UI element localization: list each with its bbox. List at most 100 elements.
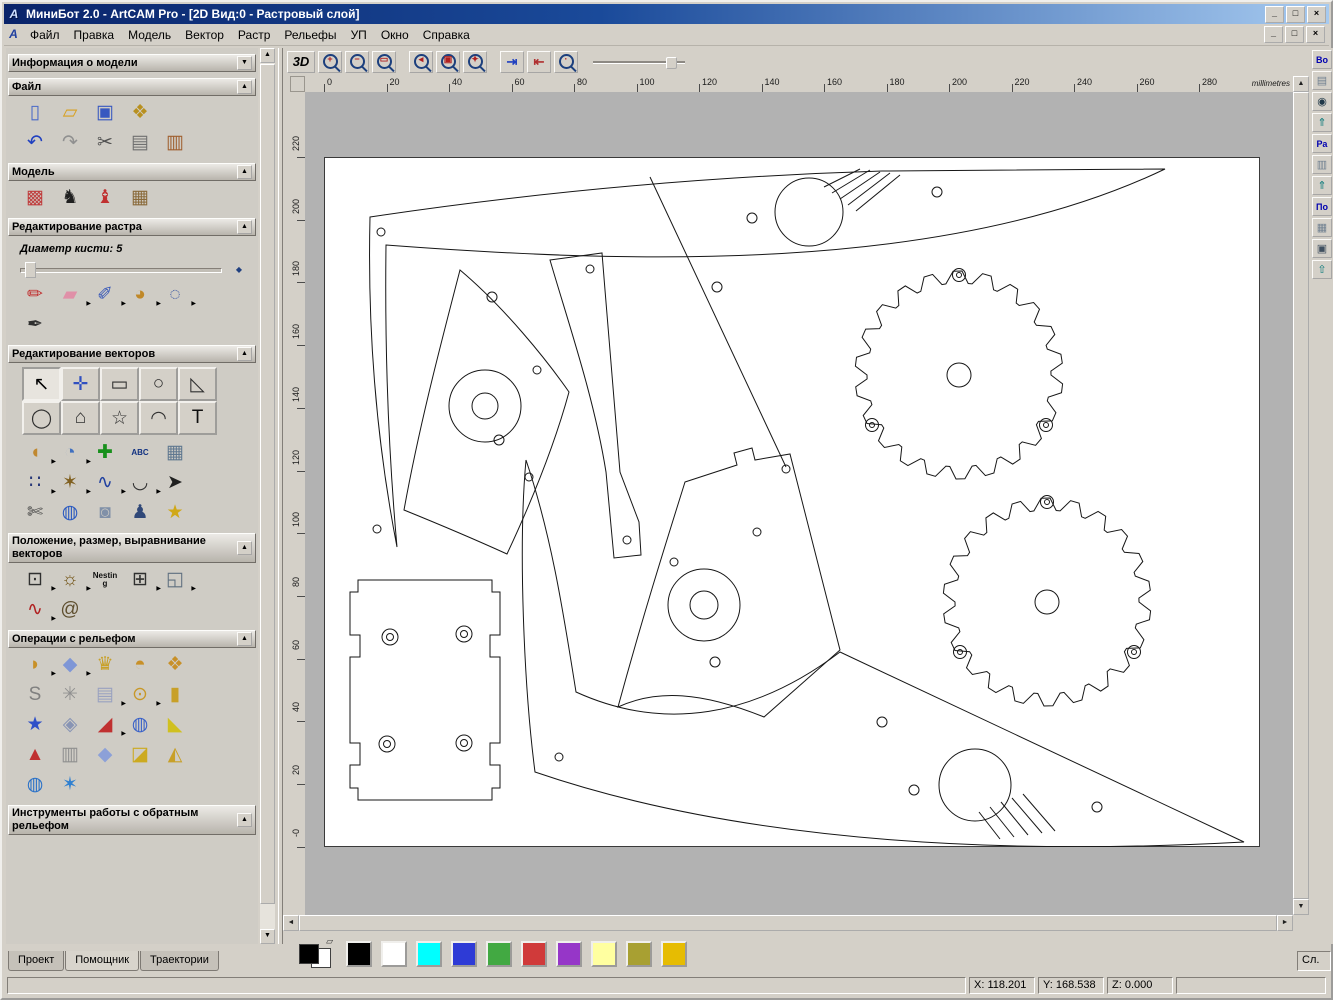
- weave-relief-icon[interactable]: ◈: [57, 713, 83, 737]
- mdi-maximize-button[interactable]: □: [1285, 26, 1304, 43]
- mdi-minimize-button[interactable]: _: [1264, 26, 1283, 43]
- flyout-arrow-icon[interactable]: ▶: [156, 480, 161, 504]
- paste-icon[interactable]: ▥: [162, 131, 188, 155]
- texture-relief-icon[interactable]: ♛: [92, 653, 118, 677]
- close-button[interactable]: ×: [1307, 6, 1326, 23]
- flyout-arrow-icon[interactable]: ▶: [121, 722, 126, 746]
- angle-wedge-icon[interactable]: ◢▶: [92, 713, 118, 737]
- collapse-arrow-icon[interactable]: ▼: [237, 56, 252, 70]
- relief-layers-icon[interactable]: ▤▶: [92, 683, 118, 707]
- copy-icon[interactable]: ▤: [127, 131, 153, 155]
- undo-icon[interactable]: ↶: [22, 131, 48, 155]
- slider-knob[interactable]: [25, 262, 36, 278]
- right-tool-box[interactable]: ▣: [1312, 239, 1332, 258]
- zoom-window-button[interactable]: ▭: [372, 51, 396, 73]
- weave-wizard-icon[interactable]: ✳: [57, 683, 83, 707]
- flyout-arrow-icon[interactable]: ▶: [51, 450, 56, 474]
- yellow-wedge-icon[interactable]: ◣: [162, 713, 188, 737]
- airbrush-icon[interactable]: ✐▶: [92, 283, 118, 307]
- create-polygon-button[interactable]: ⌂: [61, 401, 100, 435]
- sphere-relief-icon[interactable]: ◍: [22, 773, 48, 797]
- menu-item-4[interactable]: Растр: [231, 26, 277, 44]
- colour-swatch-5[interactable]: [521, 941, 547, 967]
- primary-colour[interactable]: [299, 944, 319, 964]
- mdi-close-button[interactable]: ×: [1306, 26, 1325, 43]
- wedge-relief-icon[interactable]: ◭: [162, 743, 188, 767]
- panel-scrollbar[interactable]: ▲ ▼: [260, 48, 275, 944]
- text-abc-icon[interactable]: ABC: [127, 441, 153, 465]
- section-header-6[interactable]: Операции с рельефом▲: [8, 630, 256, 648]
- collapse-arrow-icon[interactable]: ▲: [237, 541, 252, 555]
- slab-relief-icon[interactable]: ◪: [127, 743, 153, 767]
- fillet-tool-icon[interactable]: ◔▶: [57, 441, 83, 465]
- scrollbar-thumb[interactable]: [299, 915, 1277, 931]
- section-header-0[interactable]: Информация о модели▼: [8, 54, 256, 72]
- vertical-scrollbar[interactable]: ▲ ▼: [1293, 76, 1309, 915]
- menu-item-1[interactable]: Правка: [67, 26, 122, 44]
- circular-copy-icon[interactable]: ☼▶: [57, 568, 83, 592]
- flood-fill-icon[interactable]: ◌▶: [162, 283, 188, 307]
- section-header-5[interactable]: Положение, размер, выравнивание векторов…: [8, 533, 256, 563]
- fit-vectors-curve-icon[interactable]: ∿▶: [22, 598, 48, 622]
- lock-relief-icon[interactable]: ▮: [162, 683, 188, 707]
- colour-swatch-2[interactable]: [416, 941, 442, 967]
- sculpt-sparkle-icon[interactable]: ✶▶: [57, 471, 83, 495]
- flyout-arrow-icon[interactable]: ▶: [86, 577, 91, 601]
- zoom-extents-button[interactable]: ▣: [436, 51, 460, 73]
- create-ellipse-button[interactable]: ○: [139, 367, 178, 401]
- collapse-arrow-icon[interactable]: ▲: [237, 347, 252, 361]
- scroll-down-icon[interactable]: ▼: [260, 929, 275, 944]
- right-tool-raster[interactable]: Ра: [1312, 134, 1332, 153]
- horizontal-scrollbar[interactable]: ◄ ►: [283, 915, 1293, 931]
- menu-item-5[interactable]: Рельефы: [277, 26, 343, 44]
- right-tool-layers[interactable]: ▤: [1312, 71, 1332, 90]
- drawing-viewport[interactable]: [305, 92, 1293, 915]
- slider-knob[interactable]: [666, 57, 677, 69]
- column-relief-icon[interactable]: ▥: [57, 743, 83, 767]
- flyout-arrow-icon[interactable]: ▶: [156, 292, 161, 316]
- flyout-arrow-icon[interactable]: ▶: [86, 662, 91, 686]
- flyout-arrow-icon[interactable]: ▶: [86, 480, 91, 504]
- select-vectors-button[interactable]: ↖: [22, 367, 61, 401]
- flyout-arrow-icon[interactable]: ▶: [51, 480, 56, 504]
- colour-swatch-6[interactable]: [556, 941, 582, 967]
- right-tool-grid[interactable]: ▥: [1312, 155, 1332, 174]
- align-vectors-icon[interactable]: ◱▶: [162, 568, 188, 592]
- section-header-4[interactable]: Редактирование векторов▲: [8, 345, 256, 363]
- block-copy-icon[interactable]: ⊞▶: [127, 568, 153, 592]
- spiral-tool-icon[interactable]: @: [57, 598, 83, 622]
- pan-view-right-button[interactable]: ⇤: [527, 51, 551, 73]
- blend-3d-icon[interactable]: ◍: [57, 501, 83, 525]
- create-text-button[interactable]: T: [178, 401, 217, 435]
- menu-item-7[interactable]: Окно: [374, 26, 416, 44]
- scrollbar-thumb[interactable]: [1293, 92, 1309, 899]
- model-negative-icon[interactable]: ▩: [22, 186, 48, 210]
- scroll-down-icon[interactable]: ▼: [1293, 899, 1309, 915]
- flyout-arrow-icon[interactable]: ▶: [51, 577, 56, 601]
- zoom-in-button[interactable]: +: [318, 51, 342, 73]
- new-model-icon[interactable]: ▯: [22, 101, 48, 125]
- right-tool-up-1[interactable]: ⇑: [1312, 113, 1332, 132]
- flyout-arrow-icon[interactable]: ▶: [51, 662, 56, 686]
- create-polyline-button[interactable]: ◺: [178, 367, 217, 401]
- maximize-button[interactable]: □: [1286, 6, 1305, 23]
- paint-brush-icon[interactable]: ✏: [22, 283, 48, 307]
- flyout-arrow-icon[interactable]: ▶: [156, 577, 161, 601]
- flyout-arrow-icon[interactable]: ▶: [86, 450, 91, 474]
- smooth-relief-icon[interactable]: ◆▶: [57, 653, 83, 677]
- flyout-arrow-icon[interactable]: ▶: [191, 292, 196, 316]
- menu-item-8[interactable]: Справка: [416, 26, 477, 44]
- create-star-button[interactable]: ☆: [100, 401, 139, 435]
- scrollbar-thumb[interactable]: [260, 64, 275, 904]
- pattern-relief-icon[interactable]: ❖: [162, 653, 188, 677]
- zoom-drag-button[interactable]: ·: [554, 51, 578, 73]
- cut-icon[interactable]: ✂: [92, 131, 118, 155]
- colour-swatch-3[interactable]: [451, 941, 477, 967]
- colour-swatch-4[interactable]: [486, 941, 512, 967]
- burst-relief-icon[interactable]: ✶: [57, 773, 83, 797]
- zoom-selected-button[interactable]: ✦: [463, 51, 487, 73]
- position-size-icon[interactable]: ⊡▶: [22, 568, 48, 592]
- redo-icon[interactable]: ↷: [57, 131, 83, 155]
- free-smooth-icon[interactable]: ∿▶: [92, 471, 118, 495]
- pan-view-left-button[interactable]: ⇥: [500, 51, 524, 73]
